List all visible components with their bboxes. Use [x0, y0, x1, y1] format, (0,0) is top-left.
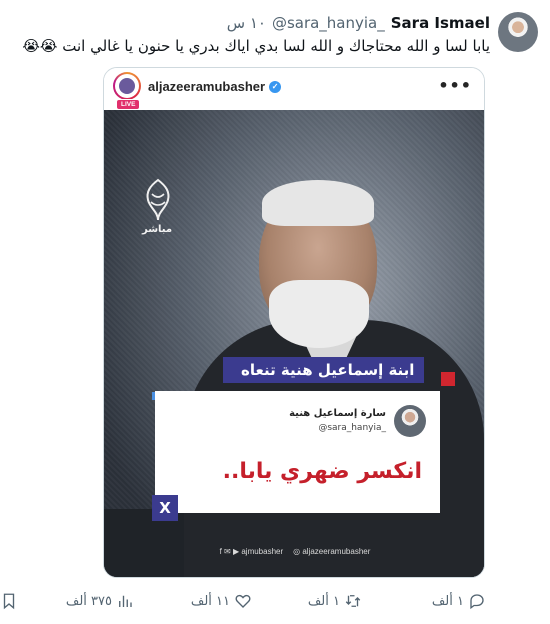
instagram-username: aljazeeramubasher ✓ [148, 79, 282, 94]
author-avatar[interactable] [498, 12, 538, 52]
x-logo-icon: X [152, 495, 178, 521]
retweet-icon [345, 595, 361, 607]
card-name: سارة إسماعيل هنية [289, 408, 386, 419]
card-quote: انكسر ضهري يابا.. [222, 459, 422, 484]
instagram-header: LIVE aljazeeramubasher ✓ ••• [104, 68, 484, 110]
live-badge: LIVE [116, 99, 141, 110]
aljazeera-logo-icon [146, 178, 170, 221]
reply-icon [470, 594, 484, 610]
footer-social-handle: f ✉ ▶ ajmubasher [219, 547, 284, 556]
quote-card: سارة إسماعيل هنية @sara_hanyia_ انكسر ضه… [155, 391, 440, 513]
tweet-actions: ١ ألف ١ ألف ١١ ألف ٣٧٥ ألف [0, 592, 550, 616]
author-handle[interactable]: @sara_hanyia_ [272, 14, 385, 32]
poster-footer: f ✉ ▶ ajmubasher ◎ aljazeeramubasher [104, 547, 484, 556]
retweet-count: ١ ألف [307, 593, 340, 609]
tweet-media[interactable]: LIVE aljazeeramubasher ✓ ••• مباشر ابنة … [103, 67, 485, 578]
views-button[interactable]: ٣٧٥ ألف [66, 592, 134, 610]
views-count: ٣٧٥ ألف [65, 593, 112, 609]
like-button[interactable]: ١١ ألف [191, 592, 252, 610]
bookmark-button[interactable] [0, 592, 18, 610]
like-count: ١١ ألف [190, 593, 230, 609]
logo-subtitle: مباشر [142, 224, 173, 235]
tweet-time[interactable]: ١٠ س [227, 14, 266, 32]
instagram-avatar [113, 72, 141, 100]
author-line: Sara Ismael @sara_hanyia_ ١٠ س [227, 14, 490, 32]
tweet-text: يابا لسا و الله محتاجاك و الله لسا بدي ا… [22, 37, 490, 55]
poster-headline: ابنة إسماعيل هنية تنعاه [223, 357, 425, 383]
reply-count: ١ ألف [431, 593, 464, 609]
heart-icon [235, 594, 251, 608]
views-icon [119, 595, 132, 607]
verified-icon: ✓ [269, 80, 282, 93]
card-handle: @sara_hanyia_ [318, 423, 386, 433]
instagram-username-text: aljazeeramubasher [148, 79, 266, 94]
footer-instagram-handle: ◎ aljazeeramubasher [293, 547, 371, 556]
bookmark-icon [3, 593, 15, 610]
reply-button[interactable]: ١ ألف [432, 592, 486, 610]
author-name[interactable]: Sara Ismael [391, 14, 490, 32]
retweet-button[interactable]: ١ ألف [308, 592, 362, 610]
poster-image: مباشر ابنة إسماعيل هنية تنعاه سارة إسماع… [104, 110, 484, 577]
more-icon: ••• [438, 76, 472, 95]
card-avatar [394, 405, 426, 437]
